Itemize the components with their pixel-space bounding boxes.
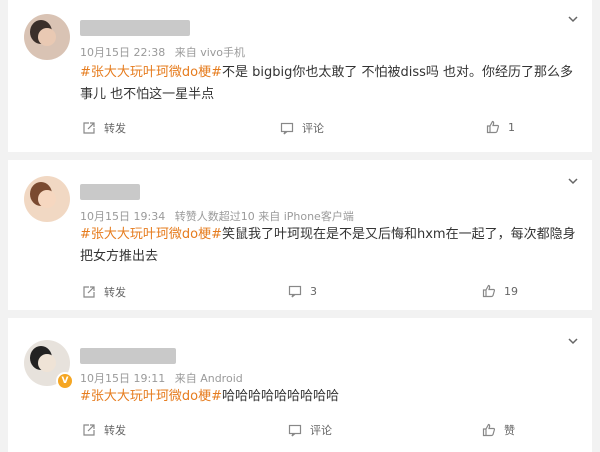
chevron-down-icon[interactable] [568,14,578,24]
thumbs-up-icon [482,423,496,437]
topic-link[interactable]: #张大大玩叶珂微do梗# [80,227,222,242]
comment-label: 评论 [310,424,332,437]
username-redacted[interactable] [80,184,140,200]
thumbs-up-icon [486,120,500,134]
topic-link[interactable]: #张大大玩叶珂微do梗# [80,65,222,80]
repost-label: 转发 [104,286,126,299]
repost-label: 转发 [104,424,126,437]
like-button[interactable]: 19 [482,284,518,298]
comment-text: #张大大玩叶珂微do梗#笑鼠我了叶珂现在是不是又后悔和hxm在一起了，每次都隐身… [80,224,580,268]
comment-date: 10月15日 19:11 [80,372,166,385]
comment-card-2: 10月15日 19:34 转赞人数超过10 来自 iPhone客户端 #张大大玩… [8,160,592,310]
avatar[interactable] [24,14,70,60]
chevron-down-icon[interactable] [568,336,578,346]
repost-label: 转发 [104,122,126,135]
repost-button[interactable]: 转发 [82,284,126,300]
like-button[interactable]: 1 [486,120,515,134]
username-redacted[interactable] [80,20,190,36]
comment-meta: 10月15日 22:38 来自 vivo手机 [80,44,251,60]
comment-date: 10月15日 19:34 [80,210,166,223]
repost-button[interactable]: 转发 [82,422,126,438]
comment-icon [288,285,302,298]
repost-icon [83,286,95,298]
like-count: 1 [508,120,515,134]
verified-badge-icon: V [56,372,74,390]
comment-source: 转赞人数超过10 来自 iPhone客户端 [174,210,354,223]
avatar[interactable] [24,176,70,222]
comment-button[interactable]: 评论 [288,422,332,438]
comment-icon [288,424,302,437]
like-label: 赞 [504,424,515,437]
comment-count: 3 [310,284,317,298]
repost-button[interactable]: 转发 [82,120,126,136]
comment-icon [280,122,294,135]
comment-source: 来自 vivo手机 [174,46,246,59]
comment-button[interactable]: 3 [288,284,317,298]
comment-source: 来自 Android [174,372,243,385]
comment-card-3: V 10月15日 19:11 来自 Android #张大大玩叶珂微do梗#哈哈… [8,318,592,452]
comment-text: #张大大玩叶珂微do梗#不是 bigbig你也太敢了 不怕被diss吗 也对。你… [80,62,580,106]
repost-icon [83,122,95,134]
comment-label: 评论 [302,122,324,135]
like-count: 19 [504,284,518,298]
comment-card-1: 10月15日 22:38 来自 vivo手机 #张大大玩叶珂微do梗#不是 bi… [8,0,592,152]
comment-meta: 10月15日 19:34 转赞人数超过10 来自 iPhone客户端 [80,208,360,224]
topic-link[interactable]: #张大大玩叶珂微do梗# [80,389,222,404]
like-button[interactable]: 赞 [482,422,515,438]
comment-text: #张大大玩叶珂微do梗#哈哈哈哈哈哈哈哈哈 [80,386,580,408]
chevron-down-icon[interactable] [568,176,578,186]
repost-icon [83,424,95,436]
username-redacted[interactable] [80,348,176,364]
comment-button[interactable]: 评论 [280,120,324,136]
comment-date: 10月15日 22:38 [80,46,166,59]
comment-body: 哈哈哈哈哈哈哈哈哈 [222,389,340,404]
thumbs-up-icon [482,284,496,298]
comment-meta: 10月15日 19:11 来自 Android [80,370,249,386]
